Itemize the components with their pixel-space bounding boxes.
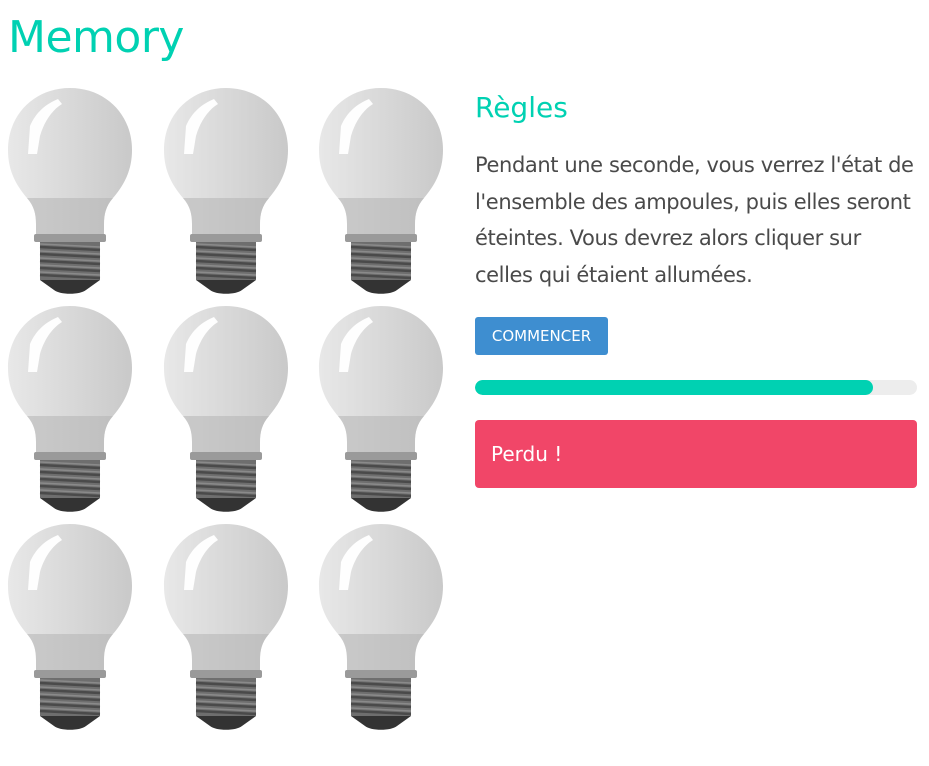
bulb-9[interactable] xyxy=(311,520,451,740)
light-bulb-icon xyxy=(319,306,443,512)
bulb-grid xyxy=(0,84,470,744)
light-bulb-icon xyxy=(319,88,443,294)
rules-title: Règles xyxy=(475,91,568,124)
page-title: Memory xyxy=(8,12,184,63)
bulb-5[interactable] xyxy=(156,302,296,522)
start-button[interactable]: COMMENCER xyxy=(475,317,608,355)
bulb-7[interactable] xyxy=(0,520,140,740)
light-bulb-icon xyxy=(8,524,132,730)
light-bulb-icon xyxy=(164,88,288,294)
bulb-3[interactable] xyxy=(311,84,451,304)
rules-text: Pendant une seconde, vous verrez l'état … xyxy=(475,153,914,287)
status-notification: Perdu ! xyxy=(475,420,917,488)
bulb-4[interactable] xyxy=(0,302,140,522)
bulb-1[interactable] xyxy=(0,84,140,304)
bulb-8[interactable] xyxy=(156,520,296,740)
light-bulb-icon xyxy=(164,524,288,730)
light-bulb-icon xyxy=(319,524,443,730)
bulb-6[interactable] xyxy=(311,302,451,522)
light-bulb-icon xyxy=(8,88,132,294)
light-bulb-icon xyxy=(8,306,132,512)
bulb-2[interactable] xyxy=(156,84,296,304)
light-bulb-icon xyxy=(164,306,288,512)
status-message: Perdu ! xyxy=(491,442,563,466)
progress-bar xyxy=(475,380,917,395)
progress-fill xyxy=(475,380,873,395)
